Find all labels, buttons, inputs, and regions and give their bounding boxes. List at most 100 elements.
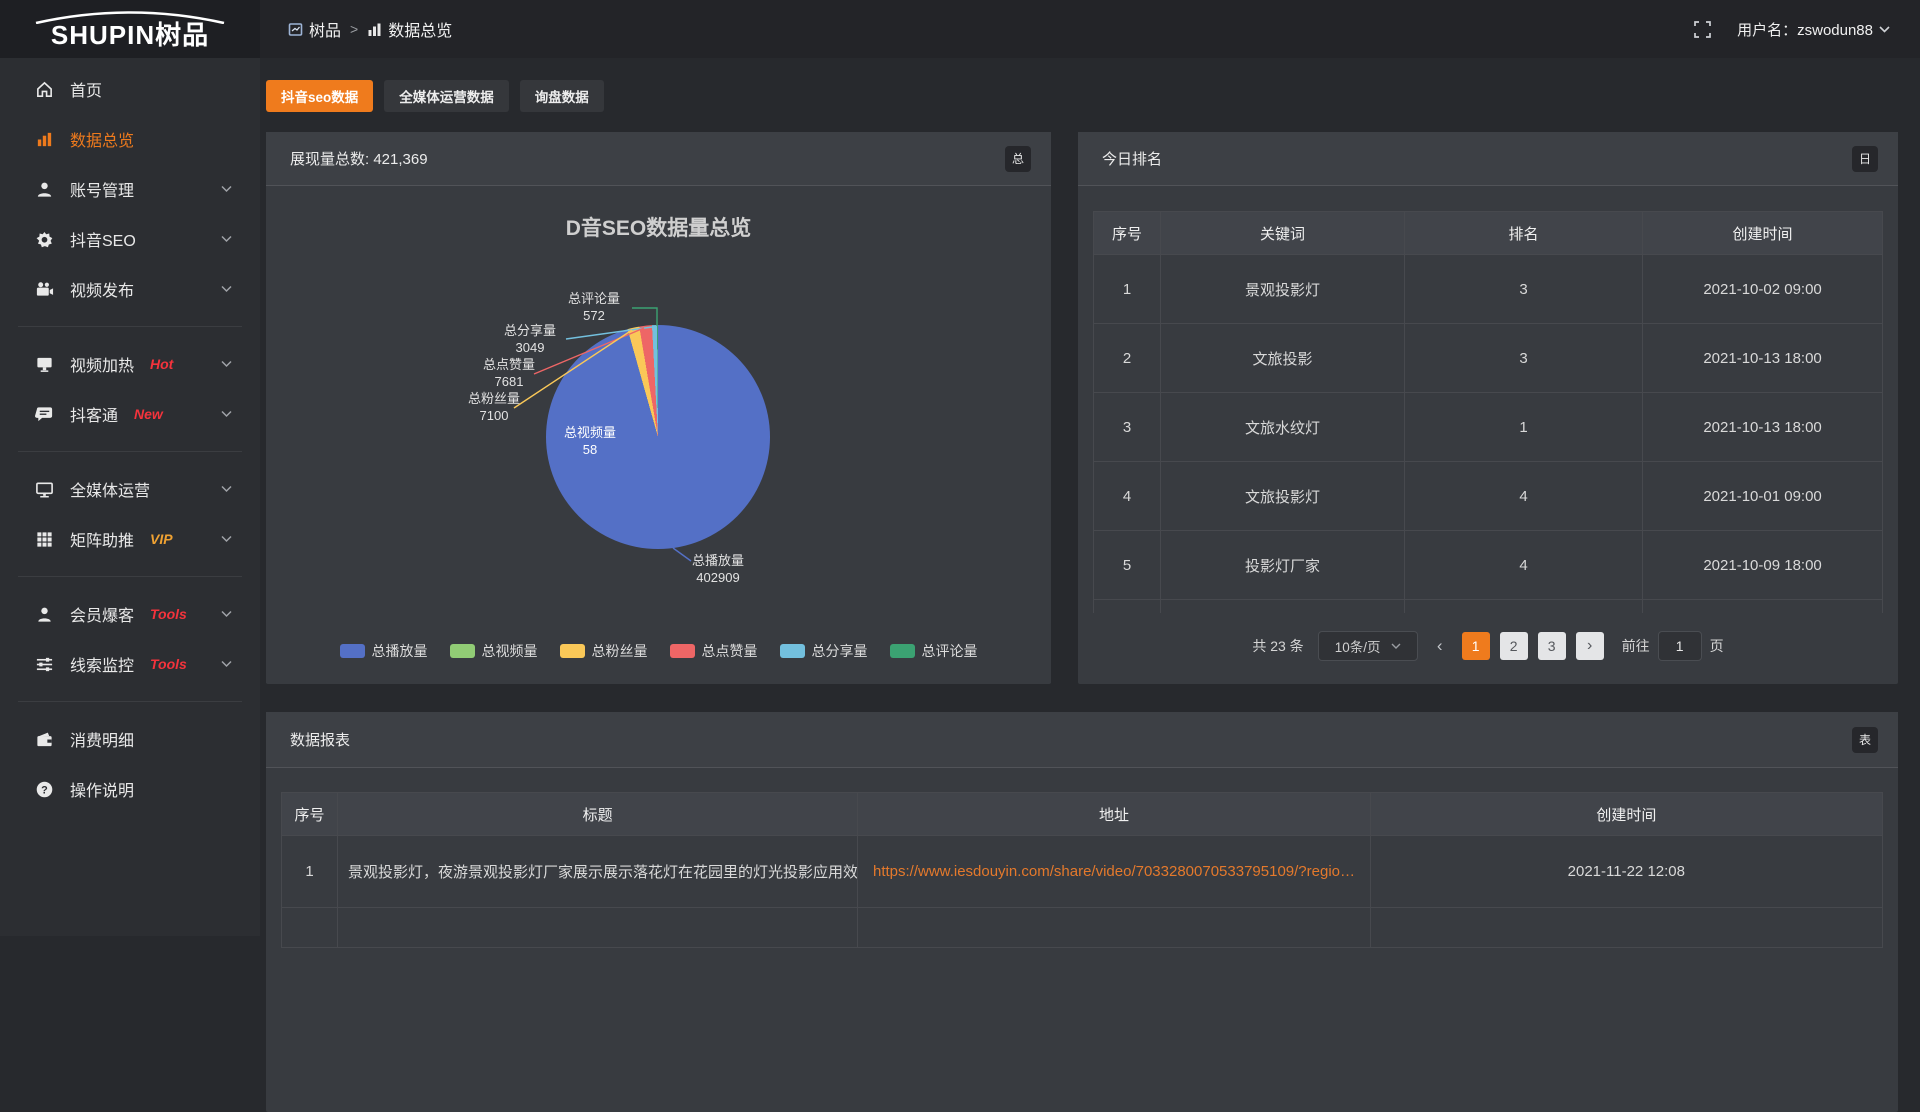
tab-all-media[interactable]: 全媒体运营数据 <box>384 80 509 112</box>
legend-item-comments[interactable]: 总评论量 <box>890 641 978 661</box>
tools-badge: Tools <box>150 606 187 622</box>
sidebar-item-label: 线索监控 <box>70 652 134 676</box>
table-row[interactable]: 3文旅水纹灯12021-10-13 18:00 <box>1094 393 1883 462</box>
rank-panel: 今日排名 日 序号 关键词 排名 创建时间 <box>1078 132 1898 684</box>
page-button-3[interactable]: 3 <box>1538 632 1566 660</box>
chevron-down-icon <box>1391 643 1401 649</box>
table-row[interactable]: 1景观投影灯32021-10-02 09:00 <box>1094 255 1883 324</box>
sidebar-item-all-media[interactable]: 全媒体运营 <box>0 464 260 514</box>
sidebar-item-douketong[interactable]: 抖客通 New <box>0 389 260 439</box>
table-header-row: 序号 关键词 排名 创建时间 <box>1094 212 1883 255</box>
goto-unit: 页 <box>1710 636 1724 656</box>
breadcrumb-home[interactable]: 树品 <box>288 17 341 41</box>
tab-douyin-seo[interactable]: 抖音seo数据 <box>266 80 373 112</box>
chevron-down-icon <box>221 611 232 618</box>
legend-item-videos[interactable]: 总视频量 <box>450 641 538 661</box>
overview-panel: 展现量总数: 421,369 总 D音SEO数据量总览 总评论量572 总分 <box>266 132 1051 684</box>
sidebar-item-member-burst[interactable]: 会员爆客 Tools <box>0 589 260 639</box>
pie-label-shares: 总分享量3049 <box>492 322 568 356</box>
page-size-select[interactable]: 10条/页 <box>1318 631 1418 661</box>
gear-icon <box>34 229 54 249</box>
new-badge: New <box>134 406 163 422</box>
pagination-total: 共 23 条 <box>1252 636 1303 656</box>
sidebar-item-matrix-boost[interactable]: 矩阵助推 VIP <box>0 514 260 564</box>
table-row[interactable]: 2文旅投影32021-10-13 18:00 <box>1094 324 1883 393</box>
table-row[interactable]: 4文旅投影灯42021-10-01 09:00 <box>1094 462 1883 531</box>
page-button-2[interactable]: 2 <box>1500 632 1528 660</box>
overview-corner-button[interactable]: 总 <box>1005 146 1031 172</box>
chat-bubble-icon <box>34 404 54 424</box>
chevron-down-icon <box>221 411 232 418</box>
sliders-icon <box>34 654 54 674</box>
tab-inquiry[interactable]: 询盘数据 <box>520 80 604 112</box>
sidebar-item-lead-monitor[interactable]: 线索监控 Tools <box>0 639 260 689</box>
rank-panel-title: 今日排名 <box>1102 148 1162 169</box>
pie-label-videos: 总视频量58 <box>552 424 628 458</box>
col-created: 创建时间 <box>1643 212 1883 255</box>
video-url-link[interactable]: https://www.iesdouyin.com/share/video/70… <box>873 863 1355 880</box>
sidebar-item-label: 视频加热 <box>70 352 134 376</box>
legend-item-plays[interactable]: 总播放量 <box>340 641 428 661</box>
rank-corner-button[interactable]: 日 <box>1852 146 1878 172</box>
sidebar: 首页 数据总览 账号管理 抖音SEO 视频发布 视频加热 Hot 抖客通 New… <box>0 58 260 936</box>
breadcrumb: 树品 > 数据总览 <box>288 17 452 41</box>
data-tabs: 抖音seo数据 全媒体运营数据 询盘数据 <box>266 80 1898 112</box>
prev-page-button[interactable]: ‹ <box>1428 632 1452 660</box>
pie-label-likes: 总点赞量7681 <box>471 356 547 390</box>
report-panel: 数据报表 表 序号 标题 地址 创建时间 1 景观投影灯，夜游景观投影灯 <box>266 712 1898 1112</box>
report-corner-button[interactable]: 表 <box>1852 727 1878 753</box>
rank-table: 序号 关键词 排名 创建时间 1景观投影灯32021-10-02 09:00 2… <box>1093 211 1883 613</box>
sidebar-item-label: 全媒体运营 <box>70 477 150 501</box>
sidebar-item-video-heat[interactable]: 视频加热 Hot <box>0 339 260 389</box>
next-page-button[interactable]: › <box>1576 632 1604 660</box>
goto-page-input[interactable] <box>1658 631 1702 661</box>
sidebar-divider <box>18 701 242 702</box>
sidebar-item-label: 首页 <box>70 77 102 101</box>
table-row[interactable]: 5投影灯厂家42021-10-09 18:00 <box>1094 531 1883 600</box>
sidebar-item-douyin-seo[interactable]: 抖音SEO <box>0 214 260 264</box>
chart-legend: 总播放量 总视频量 总粉丝量 总点赞量 总分享量 总评论量 <box>266 641 1051 661</box>
sidebar-item-label: 账号管理 <box>70 177 134 201</box>
pagination: 共 23 条 10条/页 ‹ 1 2 3 › 前往 页 <box>1093 631 1883 661</box>
report-table: 序号 标题 地址 创建时间 1 景观投影灯，夜游景观投影灯厂家展示展示落花灯在花… <box>281 792 1883 948</box>
pie-chart-area: D音SEO数据量总览 总评论量572 总分享量3049 总点赞量7681 <box>266 186 1051 683</box>
sidebar-item-account[interactable]: 账号管理 <box>0 164 260 214</box>
svg-text:?: ? <box>41 784 48 796</box>
chevron-down-icon <box>221 661 232 668</box>
chevron-down-icon <box>221 361 232 368</box>
page-button-1[interactable]: 1 <box>1462 632 1490 660</box>
sidebar-divider <box>18 326 242 327</box>
sidebar-item-label: 视频发布 <box>70 277 134 301</box>
sidebar-item-label: 会员爆客 <box>70 602 134 626</box>
screen-heat-icon <box>34 354 54 374</box>
col-url: 地址 <box>858 793 1370 836</box>
chevron-down-icon <box>221 286 232 293</box>
home-icon <box>34 79 54 99</box>
sidebar-item-home[interactable]: 首页 <box>0 64 260 114</box>
legend-item-likes[interactable]: 总点赞量 <box>670 641 758 661</box>
pie-label-comments: 总评论量572 <box>556 290 632 324</box>
table-row[interactable]: 1 景观投影灯，夜游景观投影灯厂家展示展示落花灯在花园里的灯光投影应用效果 # … <box>282 836 1883 908</box>
sidebar-item-help[interactable]: ? 操作说明 <box>0 764 260 814</box>
grid-icon <box>34 529 54 549</box>
sidebar-item-video-publish[interactable]: 视频发布 <box>0 264 260 314</box>
legend-item-shares[interactable]: 总分享量 <box>780 641 868 661</box>
user-icon <box>34 179 54 199</box>
user-menu[interactable]: 用户名：zswodun88 <box>1737 19 1890 40</box>
breadcrumb-current[interactable]: 数据总览 <box>367 17 452 41</box>
col-created: 创建时间 <box>1370 793 1882 836</box>
sidebar-item-label: 操作说明 <box>70 777 134 801</box>
table-row-partial <box>282 908 1883 948</box>
report-title-cell: 景观投影灯，夜游景观投影灯厂家展示展示落花灯在花园里的灯光投影应用效果 # <box>338 836 858 908</box>
topbar: SHUPIN树品 树品 > 数据总览 用户名：zswodun88 <box>0 0 1920 58</box>
app-logo[interactable]: SHUPIN树品 <box>0 0 260 58</box>
member-icon <box>34 604 54 624</box>
sidebar-item-data-overview[interactable]: 数据总览 <box>0 114 260 164</box>
bar-chart-icon <box>367 22 382 37</box>
sidebar-item-consumption[interactable]: 消费明细 <box>0 714 260 764</box>
video-camera-icon <box>34 279 54 299</box>
chevron-down-icon <box>1879 26 1890 33</box>
fullscreen-icon[interactable] <box>1694 21 1711 38</box>
legend-item-fans[interactable]: 总粉丝量 <box>560 641 648 661</box>
logo-text: SHUPIN树品 <box>51 22 209 48</box>
